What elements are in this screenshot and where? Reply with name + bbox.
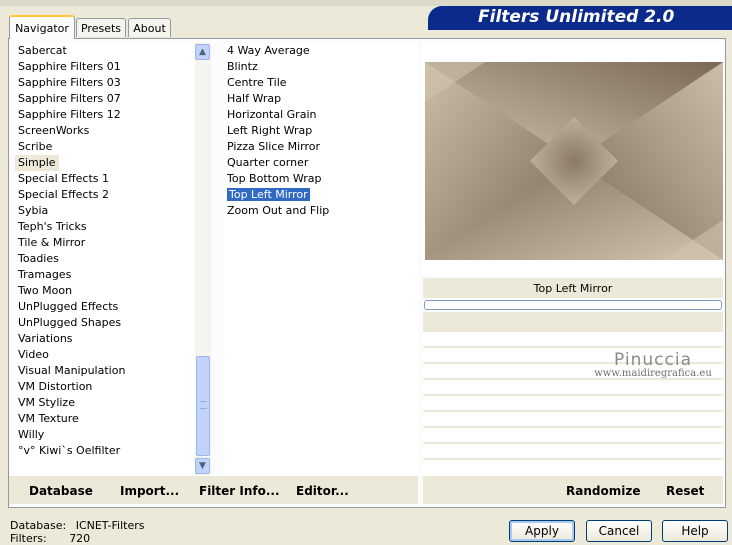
watermark-url: www.maidiregrafica.eu [594, 368, 712, 379]
category-item[interactable]: VM Stylize [15, 395, 195, 411]
filter-item[interactable]: Quarter corner [224, 155, 418, 171]
parameter-area: Pinuccia www.maidiregrafica.eu [423, 332, 723, 475]
category-item[interactable]: Sapphire Filters 12 [15, 107, 195, 123]
category-item[interactable]: Willy [15, 427, 195, 443]
category-item[interactable]: Toadies [15, 251, 195, 267]
cancel-button[interactable]: Cancel [586, 520, 652, 542]
preview-filter-name: Top Left Mirror [533, 281, 613, 295]
import-button[interactable]: Import... [120, 484, 179, 498]
help-button[interactable]: Help [662, 520, 728, 542]
category-list[interactable]: Sabercat Sapphire Filters 01 Sapphire Filt… [15, 43, 195, 475]
tab-presets[interactable]: Presets [76, 18, 126, 37]
editor-button[interactable]: Editor... [296, 484, 349, 498]
category-item[interactable]: Sybia [15, 203, 195, 219]
parameter-row [423, 380, 723, 396]
category-items: Sabercat Sapphire Filters 01 Sapphire Filt… [15, 43, 195, 459]
category-item[interactable]: Sapphire Filters 01 [15, 59, 195, 75]
status-filters-label: Filters: [10, 532, 47, 545]
filter-item[interactable]: Zoom Out and Flip [224, 203, 418, 219]
filter-item[interactable]: Centre Tile [224, 75, 418, 91]
category-item[interactable]: Video [15, 347, 195, 363]
filter-item[interactable]: 4 Way Average [224, 43, 418, 59]
category-item[interactable]: Simple [15, 155, 59, 171]
category-item[interactable]: Tramages [15, 267, 195, 283]
category-item[interactable]: VM Distortion [15, 379, 195, 395]
watermark-name: Pinuccia [614, 350, 692, 370]
category-item[interactable]: Sapphire Filters 03 [15, 75, 195, 91]
progress-bar-gap [423, 312, 723, 332]
parameter-row [423, 428, 723, 444]
filter-list[interactable]: 4 Way Average Blintz Centre Tile Half Wrap H… [224, 43, 418, 475]
category-item[interactable]: Visual Manipulation [15, 363, 195, 379]
preview-image[interactable] [425, 62, 723, 260]
status-database-label: Database: [10, 519, 67, 532]
reset-button[interactable]: Reset [666, 484, 704, 498]
filter-info-button[interactable]: Filter Info... [199, 484, 280, 498]
progress-bar [424, 300, 722, 310]
parameter-row [423, 412, 723, 428]
apply-button[interactable]: Apply [509, 520, 575, 542]
category-item[interactable]: VM Texture [15, 411, 195, 427]
scroll-thumb[interactable] [196, 356, 210, 456]
tab-navigator[interactable]: Navigator [9, 15, 75, 39]
scroll-up-arrow-icon[interactable]: ▲ [195, 44, 210, 60]
category-item[interactable]: Two Moon [15, 283, 195, 299]
filter-item[interactable]: Blintz [224, 59, 418, 75]
category-item[interactable]: °v° Kiwi`s Oelfilter [15, 443, 195, 459]
filter-item[interactable]: Pizza Slice Mirror [224, 139, 418, 155]
category-item[interactable]: Sapphire Filters 07 [15, 91, 195, 107]
filter-item[interactable]: Half Wrap [224, 91, 418, 107]
status-filters: Filters: 720 [10, 532, 90, 545]
scroll-down-arrow-icon[interactable]: ▼ [195, 458, 210, 474]
parameter-row [423, 444, 723, 460]
category-item[interactable]: UnPlugged Shapes [15, 315, 195, 331]
category-item[interactable]: Special Effects 1 [15, 171, 195, 187]
parameter-row [423, 332, 723, 348]
preview-filter-name-bar: Top Left Mirror [423, 278, 723, 298]
filter-item[interactable]: Left Right Wrap [224, 123, 418, 139]
status-database: Database: ICNET-Filters [10, 519, 144, 532]
status-database-value: ICNET-Filters [75, 519, 145, 532]
category-item[interactable]: Tile & Mirror [15, 235, 195, 251]
watermark: Pinuccia www.maidiregrafica.eu [583, 350, 723, 379]
filter-item[interactable]: Top Left Mirror [224, 187, 418, 203]
filter-items: 4 Way Average Blintz Centre Tile Half Wrap H… [224, 43, 418, 219]
grip-icon [200, 401, 207, 409]
tab-about[interactable]: About [128, 18, 171, 37]
status-filters-value: 720 [69, 532, 91, 545]
title-banner: Filters Unlimited 2.0 [428, 6, 732, 30]
filter-item[interactable]: Horizontal Grain [224, 107, 418, 123]
category-item[interactable]: Teph's Tricks [15, 219, 195, 235]
category-item[interactable]: Sabercat [15, 43, 195, 59]
parameter-row [423, 396, 723, 412]
category-item[interactable]: UnPlugged Effects [15, 299, 195, 315]
category-item[interactable]: Variations [15, 331, 195, 347]
category-scrollbar[interactable]: ▲ ▼ [195, 43, 211, 475]
database-button[interactable]: Database [29, 484, 93, 498]
randomize-button[interactable]: Randomize [566, 484, 640, 498]
preview-panel [423, 43, 723, 275]
app-title: Filters Unlimited 2.0 [478, 7, 675, 27]
filter-item[interactable]: Top Bottom Wrap [224, 171, 418, 187]
category-item[interactable]: ScreenWorks [15, 123, 195, 139]
category-item[interactable]: Scribe [15, 139, 195, 155]
category-item[interactable]: Special Effects 2 [15, 187, 195, 203]
